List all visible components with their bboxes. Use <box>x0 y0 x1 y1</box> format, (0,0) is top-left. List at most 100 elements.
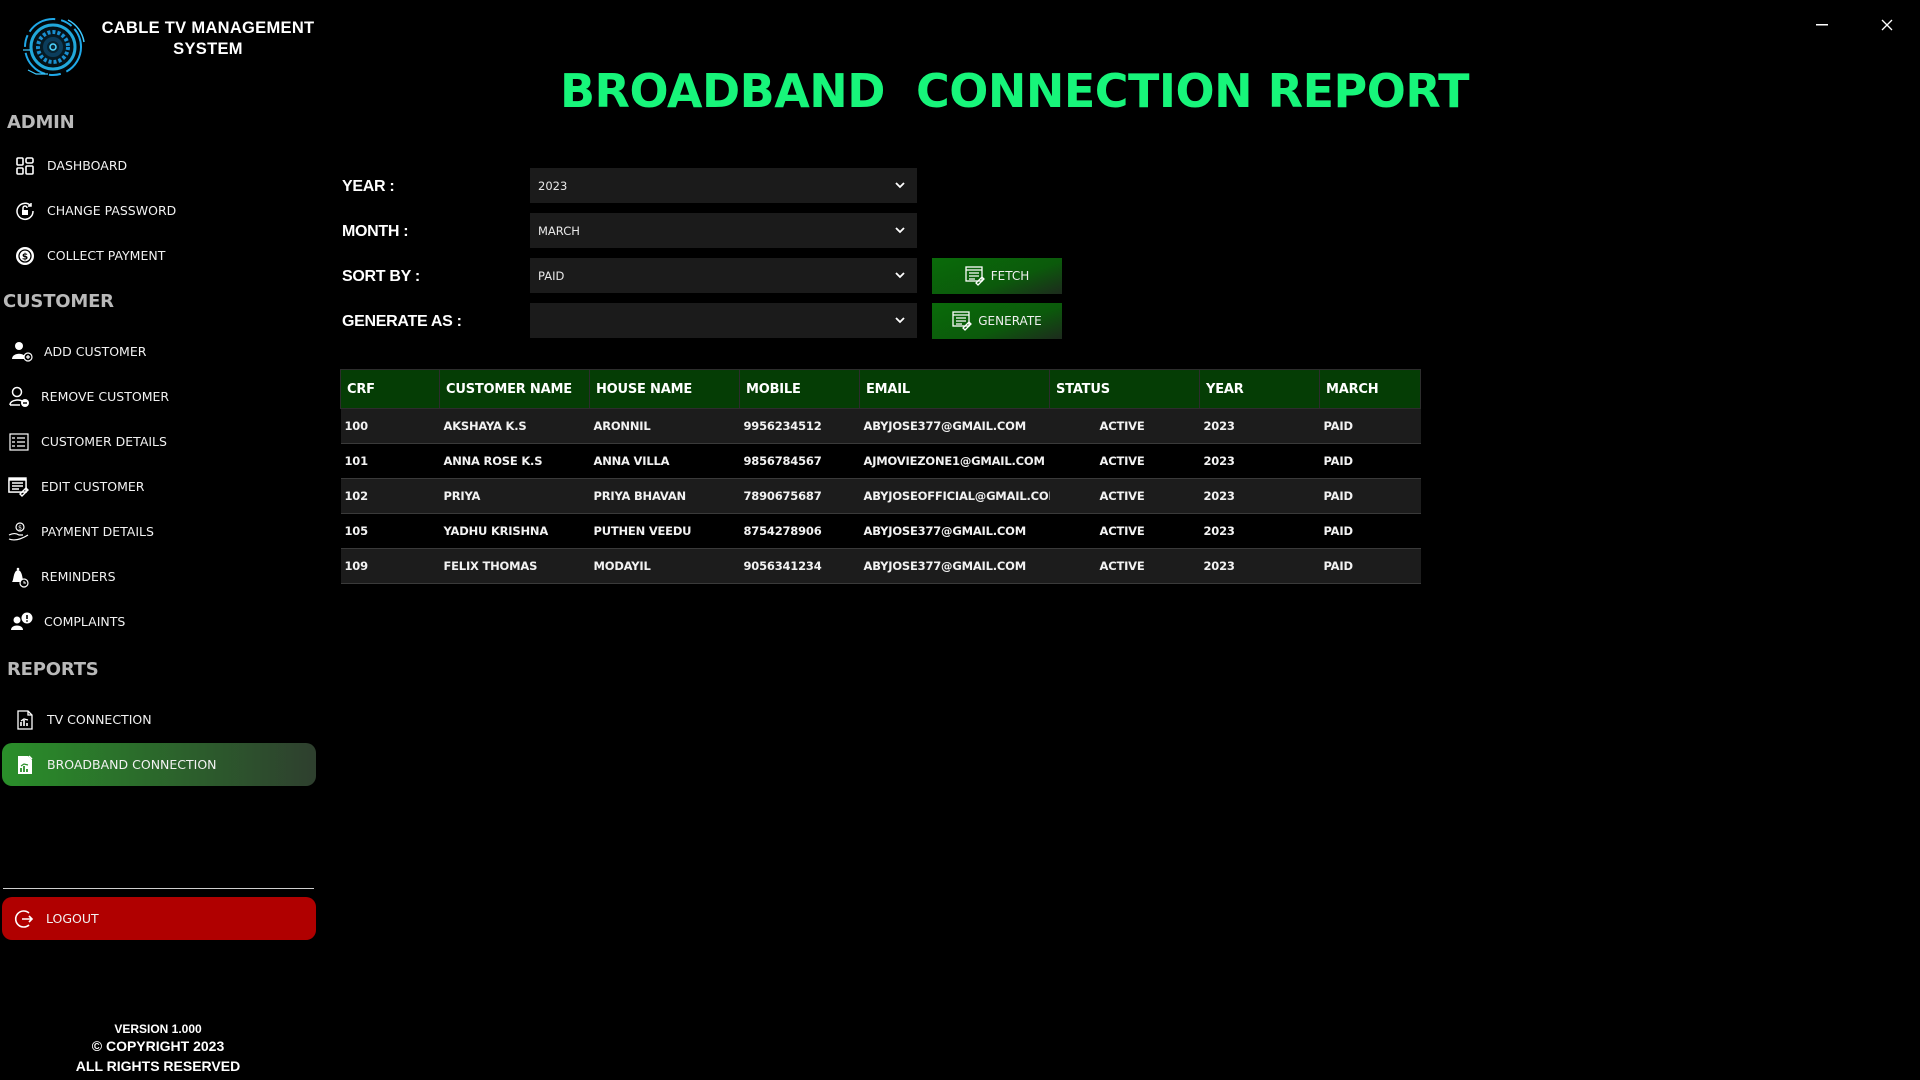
house-name-cell: ARONNIL <box>589 408 740 444</box>
customer-name-cell: FELIX THOMAS <box>439 548 590 584</box>
month-select[interactable]: MARCH <box>530 213 917 248</box>
status-cell: ACTIVE <box>1049 513 1200 549</box>
house-name-cell: ANNA VILLA <box>589 443 740 479</box>
crf-cell: 102 <box>340 478 440 514</box>
sort-by-label: SORT BY : <box>342 268 420 285</box>
sidebar-item-payment-details[interactable]: $ PAYMENT DETAILS <box>2 510 316 553</box>
app-title: CABLE TV MANAGEMENT SYSTEM <box>96 18 320 60</box>
hand-coin-icon: $ <box>8 521 30 543</box>
sort-by-select[interactable]: PAID <box>530 258 917 293</box>
generate-button[interactable]: GENERATE <box>932 303 1062 339</box>
sidebar-item-reminders[interactable]: REMINDERS <box>2 555 316 598</box>
month-status-cell: PAID <box>1319 408 1421 444</box>
details-list-icon <box>8 431 30 453</box>
bell-icon <box>8 566 30 588</box>
chevron-down-icon <box>895 317 905 324</box>
table-row[interactable]: 102 PRIYA PRIYA BHAVAN 7890675687 ABYJOSEOFF… <box>340 478 1421 514</box>
sidebar-item-label: BROADBAND CONNECTION <box>47 757 217 772</box>
dashboard-icon <box>14 155 36 177</box>
sidebar-item-label: CHANGE PASSWORD <box>47 203 177 218</box>
month-status-cell: PAID <box>1319 548 1421 584</box>
unlock-icon <box>14 200 36 222</box>
customer-name-cell: YADHU KRISHNA <box>439 513 590 549</box>
column-header-customer-name[interactable]: CUSTOMER NAME <box>439 369 590 409</box>
month-status-cell: PAID <box>1319 513 1421 549</box>
year-select[interactable]: 2023 <box>530 168 917 203</box>
year-cell: 2023 <box>1199 513 1320 549</box>
year-select-value: 2023 <box>538 178 568 193</box>
column-header-year[interactable]: YEAR <box>1199 369 1320 409</box>
crf-cell: 105 <box>340 513 440 549</box>
sidebar-item-label: COMPLAINTS <box>44 614 126 629</box>
close-icon <box>1881 19 1893 31</box>
fetch-label: FETCH <box>990 269 1030 283</box>
sidebar-item-tv-connection[interactable]: TV CONNECTION <box>2 698 316 741</box>
column-header-month[interactable]: MARCH <box>1319 369 1421 409</box>
email-cell: ABYJOSE377@GMAIL.COM <box>859 513 1050 549</box>
sidebar-item-label: REMOVE CUSTOMER <box>41 389 170 404</box>
sidebar-item-label: COLLECT PAYMENT <box>47 248 166 263</box>
status-cell: ACTIVE <box>1049 478 1200 514</box>
add-user-icon <box>11 341 33 363</box>
column-header-mobile[interactable]: MOBILE <box>739 369 860 409</box>
complaint-icon <box>11 611 33 633</box>
sort-by-select-value: PAID <box>538 268 565 283</box>
column-header-status[interactable]: STATUS <box>1049 369 1200 409</box>
column-header-crf[interactable]: CRF <box>340 369 440 409</box>
report-table: CRF CUSTOMER NAME HOUSE NAME MOBILE EMAI… <box>340 369 1421 584</box>
rights-text: ALL RIGHTS RESERVED <box>75 1058 241 1074</box>
sidebar-item-label: DASHBOARD <box>47 158 128 173</box>
chevron-down-icon <box>895 272 905 279</box>
column-header-house-name[interactable]: HOUSE NAME <box>589 369 740 409</box>
logout-button[interactable]: LOGOUT <box>2 897 316 940</box>
app-title-line1: CABLE TV MANAGEMENT <box>101 19 315 37</box>
sidebar-item-label: CUSTOMER DETAILS <box>41 434 167 449</box>
sidebar-item-broadband-connection[interactable]: BROADBAND CONNECTION <box>2 743 316 786</box>
sidebar-item-edit-customer[interactable]: EDIT CUSTOMER <box>2 465 316 508</box>
column-header-email[interactable]: EMAIL <box>859 369 1050 409</box>
table-row[interactable]: 100 AKSHAYA K.S ARONNIL 9956234512 ABYJOSE37… <box>340 408 1421 444</box>
customer-name-cell: AKSHAYA K.S <box>439 408 590 444</box>
edit-list-icon <box>952 310 974 332</box>
page-title: BROADBAND CONNECTION REPORT <box>560 64 1470 118</box>
table-row[interactable]: 105 YADHU KRISHNA PUTHEN VEEDU 8754278906 AB… <box>340 513 1421 549</box>
chevron-down-icon <box>895 182 905 189</box>
crf-cell: 109 <box>340 548 440 584</box>
svg-text:$: $ <box>22 252 28 262</box>
status-cell: ACTIVE <box>1049 548 1200 584</box>
sidebar-item-remove-customer[interactable]: REMOVE CUSTOMER <box>2 375 316 418</box>
status-cell: ACTIVE <box>1049 443 1200 479</box>
sidebar-item-label: EDIT CUSTOMER <box>41 479 145 494</box>
sidebar-item-label: REMINDERS <box>41 569 116 584</box>
year-cell: 2023 <box>1199 443 1320 479</box>
copyright-text: © COPYRIGHT 2023 <box>91 1038 225 1054</box>
generate-as-select[interactable] <box>530 303 917 338</box>
close-button[interactable] <box>1867 8 1907 42</box>
generate-as-label: GENERATE AS : <box>342 313 462 330</box>
report-doc-icon <box>14 754 36 776</box>
house-name-cell: MODAYIL <box>589 548 740 584</box>
sidebar-item-dashboard[interactable]: DASHBOARD <box>2 144 316 187</box>
sidebar-item-customer-details[interactable]: CUSTOMER DETAILS <box>2 420 316 463</box>
mobile-cell: 9956234512 <box>739 408 860 444</box>
minimize-button[interactable] <box>1802 8 1842 42</box>
year-label: YEAR : <box>342 178 395 195</box>
table-row[interactable]: 101 ANNA ROSE K.S ANNA VILLA 9856784567 AJMO… <box>340 443 1421 479</box>
chevron-down-icon <box>895 227 905 234</box>
fetch-button[interactable]: FETCH <box>932 258 1062 294</box>
sidebar-item-complaints[interactable]: COMPLAINTS <box>2 600 316 643</box>
email-cell: ABYJOSE377@GMAIL.COM <box>859 408 1050 444</box>
email-cell: ABYJOSE377@GMAIL.COM <box>859 548 1050 584</box>
sidebar-item-change-password[interactable]: CHANGE PASSWORD <box>2 189 316 232</box>
sidebar-item-label: TV CONNECTION <box>47 712 152 727</box>
generate-label: GENERATE <box>978 314 1042 328</box>
sidebar-item-add-customer[interactable]: ADD CUSTOMER <box>2 330 316 373</box>
edit-list-icon <box>8 476 30 498</box>
section-title-customer: CUSTOMER <box>3 291 114 312</box>
table-row[interactable]: 109 FELIX THOMAS MODAYIL 9056341234 ABYJOSE3… <box>340 548 1421 584</box>
sidebar-item-label: PAYMENT DETAILS <box>41 524 154 539</box>
sidebar-item-collect-payment[interactable]: $ COLLECT PAYMENT <box>2 234 316 277</box>
edit-list-icon <box>965 265 987 287</box>
minimize-icon <box>1816 24 1828 26</box>
mobile-cell: 7890675687 <box>739 478 860 514</box>
